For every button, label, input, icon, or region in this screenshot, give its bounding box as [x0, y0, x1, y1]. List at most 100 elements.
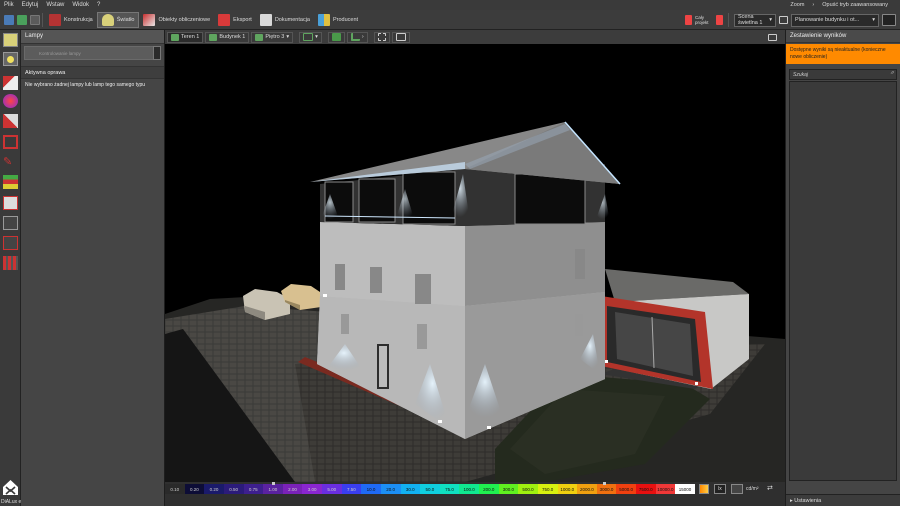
emergency-icon[interactable]	[3, 114, 18, 128]
building-button[interactable]: Budynek 1	[205, 31, 250, 43]
zoom-fit-button[interactable]	[373, 31, 390, 43]
false-color-legend: 0.10 0.20 0.20 0.50 0.75 1.00 2.00 3.00 5.00 7.50…	[165, 482, 785, 506]
construction-button[interactable]: Konstrukcja	[45, 12, 97, 28]
calc-lamp-icon[interactable]	[716, 15, 723, 25]
legend-unit-button[interactable]	[731, 484, 743, 494]
legend-cell: 1000.0	[557, 484, 578, 494]
light-label: Światło	[116, 16, 135, 23]
3d-viewport[interactable]	[165, 44, 785, 482]
legend-cell: 2.00	[282, 484, 303, 494]
results-panel-title: Zestawienie wyników	[786, 30, 900, 43]
documentation-label: Dokumentacja	[274, 16, 310, 23]
section-button[interactable]: ›	[346, 31, 368, 43]
menu-bar: Plik Edytuj Wstaw Widok ? Zoom › Opuść t…	[0, 0, 900, 10]
monitor-icon[interactable]	[779, 16, 788, 24]
export-icon	[218, 13, 231, 26]
legend-scale: 0.10 0.20 0.20 0.50 0.75 1.00 2.00 3.00 5.00 7.50…	[165, 484, 695, 494]
calc-surface-icon[interactable]	[3, 196, 18, 210]
scene-render	[165, 121, 785, 482]
results-search-input[interactable]: Szukaj ⌕	[789, 69, 897, 80]
view-toolbar: Teren 1 Budynek 1 Piętro 3 ▾ ▾ ›	[165, 30, 785, 44]
results-search-placeholder: Szukaj	[793, 72, 809, 78]
active-luminaire-header[interactable]: Aktywna oprawa	[21, 66, 164, 78]
menu-view[interactable]: Widok	[68, 2, 93, 8]
building-label: Budynek 1	[219, 34, 246, 40]
results-warning: Dostępne wyniki są nieaktualne (konieczn…	[786, 44, 900, 64]
lamp-select-button[interactable]	[153, 46, 161, 60]
chevron-down-icon: ▾	[769, 17, 772, 23]
producer-label: Producent	[332, 16, 359, 23]
whole-project-label: Cały projekt	[695, 15, 709, 25]
legend-cell: 200.0	[479, 484, 499, 494]
terrain-icon	[171, 33, 179, 41]
zoom-button[interactable]: Zoom	[790, 2, 804, 8]
lamp-panel-title: Lampy	[21, 30, 164, 44]
legend-cell: 100.0	[459, 484, 479, 494]
construction-icon	[49, 13, 61, 26]
3d-view-button[interactable]	[327, 31, 345, 43]
light-scene-value: Scena świetlna 1	[738, 14, 763, 26]
menu-help[interactable]: ?	[93, 2, 104, 8]
table-icon[interactable]	[3, 236, 18, 250]
undo-icon[interactable]	[4, 14, 14, 25]
results-panel: Zestawienie wyników Dostępne wyniki są n…	[785, 30, 900, 506]
wrench-icon[interactable]: ✎	[3, 155, 18, 169]
planning-dropdown[interactable]: Planowanie budynku i ot... ▾	[791, 13, 879, 27]
menu-edit[interactable]: Edytuj	[18, 2, 43, 8]
light-button[interactable]: Światło	[96, 11, 140, 28]
view-mode-button[interactable]: ▾	[299, 31, 322, 43]
arrange-icon[interactable]	[3, 76, 18, 90]
lamp-icon	[101, 13, 114, 26]
grid-toggle-button[interactable]	[391, 31, 410, 43]
floor-icon	[255, 33, 264, 41]
chart-icon[interactable]	[3, 216, 18, 230]
settings-label: Ustawienia	[794, 498, 822, 504]
screen-icon[interactable]	[768, 33, 777, 41]
legend-cell: 0.75	[243, 484, 264, 494]
left-tool-column: ✎ DiALux evo	[0, 30, 27, 506]
save-icon[interactable]	[30, 14, 40, 25]
terrain-button[interactable]: Teren 1	[167, 31, 204, 43]
legend-cell: 5.00	[322, 484, 342, 494]
light-scene-dropdown[interactable]: Scena świetlna 1 ▾	[734, 13, 776, 27]
layers-icon[interactable]	[3, 175, 18, 189]
leave-expert-mode-button[interactable]: Opuść tryb zaawansowany	[822, 2, 888, 8]
lamp-select-placeholder: Kontrolowanie lampy	[39, 50, 81, 56]
legend-cell: 3.00	[302, 484, 322, 494]
grid-icon[interactable]	[3, 256, 18, 270]
calc-objects-button[interactable]: Obiekty obliczeniowe	[139, 12, 214, 28]
house-first-floor	[320, 222, 605, 306]
legend-cell: 20.0	[380, 484, 401, 494]
documentation-button[interactable]: Dokumentacja	[256, 12, 314, 28]
legend-cell: 15000	[675, 484, 695, 494]
search-icon[interactable]: ⌕	[891, 70, 894, 77]
light-color-icon[interactable]	[3, 94, 18, 108]
settings-toggle[interactable]: ▸ Ustawienia	[786, 494, 900, 506]
legend-swap-icon[interactable]: ⇄	[767, 484, 773, 492]
divider	[728, 13, 729, 27]
results-list[interactable]	[789, 81, 897, 481]
building-icon	[209, 33, 218, 41]
floor-label: Piętro 3	[265, 34, 285, 40]
menu-file[interactable]: Plik	[0, 2, 18, 8]
legend-cell: 10.0	[361, 484, 381, 494]
construction-tool-icon[interactable]	[3, 135, 18, 149]
whole-project-icon[interactable]	[685, 15, 692, 25]
3d-view-icon	[331, 33, 341, 41]
calc-objects-label: Obiekty obliczeniowe	[158, 16, 211, 23]
export-button[interactable]: Eksport	[214, 12, 256, 28]
legend-color-button[interactable]	[699, 484, 709, 494]
lamp-select[interactable]: Kontrolowanie lampy	[24, 46, 161, 60]
legend-cell: 500.0	[518, 484, 538, 494]
zoom-fit-icon	[377, 33, 386, 41]
layout-icon[interactable]	[882, 14, 896, 26]
legend-cell: 0.20	[204, 484, 224, 494]
floor-button[interactable]: Piętro 3 ▾	[251, 31, 294, 43]
redo-icon[interactable]	[17, 14, 27, 25]
luminaire-tool-icon[interactable]	[3, 33, 18, 47]
producer-button[interactable]: Producent	[314, 12, 362, 28]
menu-insert[interactable]: Wstaw	[42, 2, 68, 8]
lamp-bulb-icon[interactable]	[3, 52, 18, 66]
legend-lux-button[interactable]: lx	[714, 484, 726, 494]
legend-cell: 2000.0	[577, 484, 597, 494]
